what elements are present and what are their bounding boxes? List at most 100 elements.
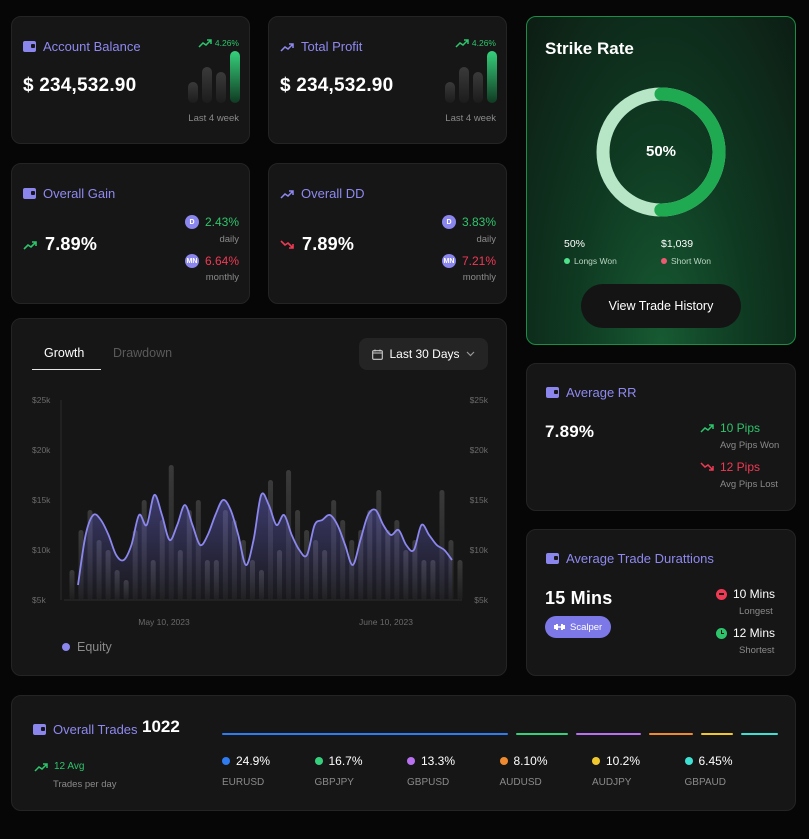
tab-growth-underline — [32, 369, 101, 370]
y-tick-right: $25k — [470, 395, 489, 405]
average-rr-card: Average RR 7.89% 10 Pips Avg Pips Won 12… — [526, 363, 796, 511]
pair-list: 24.9% EURUSD 16.7% GBPJPY 13.3% GBPUSD 8.10% AU… — [222, 754, 792, 794]
pair-dot — [314, 757, 323, 765]
pair-segment — [575, 733, 642, 735]
monthly-badge: MN — [441, 254, 456, 268]
wallet-icon — [23, 41, 36, 52]
longs-label: Longs Won — [564, 256, 617, 266]
pair-item: 13.3% GBPUSD — [407, 754, 455, 788]
overall-dd-daily-label: daily — [476, 234, 496, 245]
daily-badge: D — [441, 215, 456, 229]
pair-name: GBPAUD — [684, 777, 727, 788]
pair-dot — [499, 757, 508, 765]
strike-rate-percent: 50% — [645, 143, 677, 160]
total-profit-period: Last 4 week — [445, 113, 496, 124]
total-profit-title: Total Profit — [280, 39, 362, 54]
overall-gain-card: Overall Gain 7.89% D 2.43% daily MN 6.64… — [11, 163, 250, 304]
trend-up-icon — [23, 240, 37, 250]
pair-name: EURUSD — [222, 777, 265, 788]
trend-up-icon — [280, 189, 294, 199]
wallet-icon — [33, 724, 46, 735]
y-tick-right: $15k — [470, 495, 489, 505]
monthly-badge: MN — [184, 254, 199, 268]
pair-item: 16.7% GBPJPY — [314, 754, 363, 788]
trades-avg-label: Trades per day — [53, 779, 117, 790]
overall-gain-daily: D 2.43% — [184, 215, 239, 229]
overall-dd-monthly: MN 7.21% — [441, 254, 496, 268]
pair-name: GBPJPY — [314, 777, 354, 788]
pair-item: 8.10% AUDUSD — [499, 754, 548, 788]
pair-percent: 10.2% — [606, 754, 641, 768]
total-profit-change: 4.26% — [455, 38, 496, 48]
trend-up-icon — [455, 39, 469, 48]
overall-dd-monthly-label: monthly — [462, 272, 496, 283]
overall-dd-value: 7.89% — [302, 234, 355, 254]
wallet-icon — [546, 553, 559, 564]
mini-bar — [487, 51, 497, 103]
tab-drawdown[interactable]: Drawdown — [113, 346, 172, 360]
mini-bar — [473, 71, 483, 103]
y-tick-right: $10k — [470, 545, 489, 555]
y-tick-left: $10k — [32, 545, 51, 555]
longs-dot — [564, 258, 570, 264]
account-balance-value: $ 234,532.90 — [23, 75, 137, 96]
average-duration-card: Average Trade Durattions 15 Mins Scalper… — [526, 529, 796, 676]
y-tick-left: $5k — [32, 595, 46, 605]
overall-trades-count: 1022 — [142, 717, 180, 736]
mini-bar — [216, 71, 226, 103]
mini-bar — [202, 66, 212, 103]
mini-bar — [459, 66, 469, 103]
trend-up-icon — [700, 424, 714, 433]
y-tick-left: $25k — [32, 395, 51, 405]
shortest-label: Shortest — [739, 645, 775, 656]
x-tick-label: June 10, 2023 — [359, 617, 413, 627]
date-range-select[interactable]: Last 30 Days — [359, 338, 488, 370]
y-tick-right: $20k — [470, 445, 489, 455]
tab-growth[interactable]: Growth — [44, 346, 84, 360]
pair-name: GBPUSD — [407, 777, 450, 788]
pair-name: AUDUSD — [499, 777, 542, 788]
pips-won: 10 Pips — [700, 421, 760, 435]
pair-percent: 24.9% — [236, 754, 271, 768]
overall-dd-main: 7.89% — [280, 234, 354, 255]
pair-segment — [516, 733, 568, 735]
equity-area — [78, 493, 452, 600]
pair-percent: 13.3% — [421, 754, 456, 768]
mini-bar — [445, 82, 455, 103]
pair-item: 24.9% EURUSD — [222, 754, 270, 788]
y-tick-left: $20k — [32, 445, 51, 455]
account-balance-change: 4.26% — [198, 38, 239, 48]
short-label: Short Won — [661, 256, 711, 266]
pair-dot — [407, 757, 415, 765]
pair-percent: 6.45% — [698, 754, 733, 768]
short-dot — [661, 258, 667, 264]
overall-trades-title: Overall Trades — [33, 722, 138, 737]
pair-item: 6.45% GBPAUD — [684, 754, 733, 788]
account-balance-card: Account Balance $ 234,532.90 4.26% Last … — [11, 16, 250, 144]
chart-legend: Equity — [62, 640, 112, 654]
total-profit-bars — [445, 51, 497, 103]
average-duration-value: 15 Mins — [545, 588, 613, 608]
total-profit-value: $ 234,532.90 — [280, 75, 394, 96]
mini-bar — [230, 51, 240, 103]
pair-dot — [592, 757, 600, 765]
pair-dot — [222, 757, 230, 765]
dumbbell-icon — [554, 624, 565, 630]
overall-dd-card: Overall DD 7.89% D 3.83% daily MN 7.21% … — [268, 163, 507, 304]
calendar-icon — [372, 349, 384, 360]
pips-won-label: Avg Pips Won — [720, 440, 780, 451]
overall-dd-daily: D 3.83% — [441, 215, 496, 229]
trend-up-icon — [280, 42, 294, 52]
scalper-tag: Scalper — [545, 616, 612, 638]
chevron-down-icon — [466, 351, 474, 357]
stop-icon — [716, 588, 727, 600]
pair-item: 10.2% AUDJPY — [592, 754, 640, 788]
longest-label: Longest — [739, 606, 773, 617]
pair-segment — [741, 733, 778, 735]
wallet-icon — [23, 188, 36, 199]
view-trade-history-button[interactable]: View Trade History — [581, 284, 741, 328]
overall-trades-card: Overall Trades 1022 12 Avg Trades per da… — [11, 695, 796, 811]
pair-segment — [649, 733, 693, 735]
overall-gain-monthly-label: monthly — [205, 272, 239, 283]
wallet-icon — [546, 387, 559, 398]
